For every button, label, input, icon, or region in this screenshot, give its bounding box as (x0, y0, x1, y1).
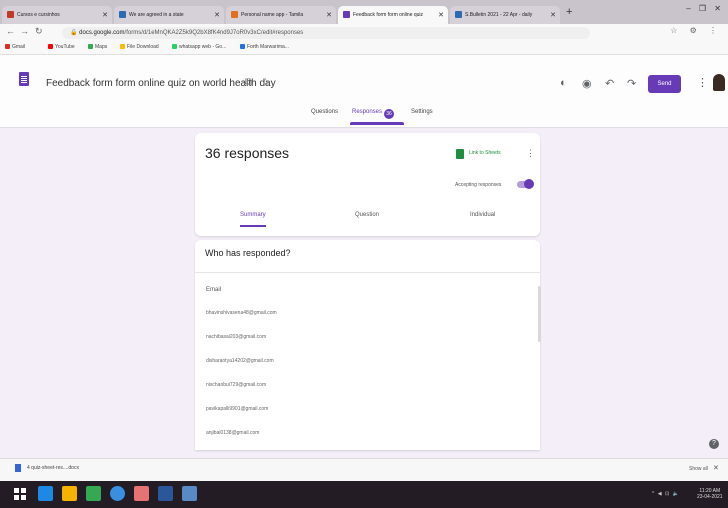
whatsapp-icon (172, 44, 177, 49)
email-list-item: pavikapalli9901@gmail.com (206, 406, 269, 412)
tab-responses[interactable]: Responses 36 (352, 109, 395, 119)
sheets-icon[interactable] (456, 149, 464, 159)
forward-arrow-icon[interactable]: → (20, 26, 29, 36)
close-tab-icon[interactable]: ✕ (214, 11, 220, 19)
close-tab-icon[interactable]: ✕ (102, 11, 108, 19)
download-shelf (0, 458, 728, 482)
star-icon[interactable]: ☆ (261, 77, 270, 88)
bookmark-file-download[interactable]: File Download (120, 44, 159, 50)
tab-title: S.Bulletin 2021 - 22 Apr - daily (465, 12, 533, 18)
new-tab-button[interactable]: + (566, 6, 572, 18)
youtube-icon (48, 44, 53, 49)
tab-favicon-icon (455, 11, 462, 18)
photos-icon[interactable] (134, 486, 149, 501)
tab-title: Cursos e cursinhos (17, 12, 60, 18)
browser-tab-active[interactable]: Feedback form form online quiz ✕ (338, 6, 448, 24)
tab-title: Personal name app - Tamila (241, 12, 304, 18)
url-host: docs.google.com (79, 30, 125, 36)
document-icon (15, 464, 21, 472)
close-shelf-icon[interactable]: ✕ (713, 464, 719, 472)
back-arrow-icon[interactable]: ← (6, 26, 15, 36)
windows-start-icon[interactable] (14, 488, 26, 500)
tab-favicon-icon (119, 11, 126, 18)
bookmarks-bar: Gmail YouTube Maps File Download whatsap… (0, 41, 728, 55)
tab-favicon-icon (7, 11, 14, 18)
show-all-link[interactable]: Show all (689, 466, 708, 472)
app-window-icon[interactable] (182, 486, 197, 501)
edge-icon[interactable] (38, 486, 53, 501)
url-path: /forms/d/1eMnQKA2Z5k9Q2bX8fK4nd9J7oR0v3x… (124, 30, 304, 36)
email-list-item: bhavinshivasena48@gmail.com (206, 310, 277, 316)
link-to-sheets-button[interactable]: Link to Sheets (469, 150, 501, 156)
more-vert-icon[interactable]: ⋮ (697, 76, 708, 89)
form-title[interactable]: Feedback form form online quiz on world … (46, 78, 276, 89)
bookmark-forth[interactable]: Forth Marwarima... (240, 44, 289, 50)
redo-icon[interactable]: ↷ (627, 77, 636, 90)
maps-icon (88, 44, 93, 49)
file-explorer-icon[interactable] (62, 486, 77, 501)
tab-title: We are agreed in a state (129, 12, 184, 18)
taskbar-clock[interactable]: 11:20 AM 23-04-2021 (697, 488, 723, 500)
forms-favicon-icon (343, 11, 350, 18)
clock-date: 23-04-2021 (697, 494, 723, 500)
store-icon[interactable] (86, 486, 101, 501)
system-tray[interactable]: ^ ◀ ⊡ 🔈 (652, 491, 680, 497)
url-bar[interactable]: 🔒 docs.google.com/forms/d/1eMnQKA2Z5k9Q2… (62, 27, 590, 39)
email-list-item: nischanbui729@gmail.com (206, 382, 267, 388)
bookmark-icon (240, 44, 245, 49)
window-controls[interactable]: – ❐ ✕ (686, 4, 724, 13)
tab-questions[interactable]: Questions (311, 109, 338, 115)
close-tab-icon[interactable]: ✕ (550, 11, 556, 19)
list-scrollbar[interactable] (538, 286, 541, 342)
browser-tab[interactable]: Personal name app - Tamila ✕ (226, 6, 336, 24)
tab-settings[interactable]: Settings (411, 109, 433, 115)
bookmark-youtube[interactable]: YouTube (48, 44, 75, 50)
close-tab-icon[interactable]: ✕ (326, 11, 332, 19)
browser-tab[interactable]: We are agreed in a state ✕ (114, 6, 224, 24)
chrome-icon[interactable] (110, 486, 125, 501)
active-tab-indicator (350, 122, 404, 125)
subtab-summary[interactable]: Summary (240, 212, 266, 218)
divider (195, 272, 540, 273)
eye-icon[interactable]: ◉ (582, 77, 592, 90)
word-icon[interactable] (158, 486, 173, 501)
browser-tab[interactable]: S.Bulletin 2021 - 22 Apr - daily ✕ (450, 6, 560, 24)
email-list-item: anjibai0138@gmail.com (206, 430, 260, 436)
subtab-question[interactable]: Question (355, 212, 379, 218)
send-button[interactable]: Send (648, 75, 681, 93)
palette-icon[interactable]: ◐ (560, 77, 567, 89)
bookmark-whatsapp[interactable]: whatsapp web - Go... (172, 44, 226, 50)
email-list-item: nachibasai203@gmail.com (206, 334, 267, 340)
subtab-individual[interactable]: Individual (470, 212, 495, 218)
close-tab-icon[interactable]: ✕ (438, 11, 444, 19)
browser-tab[interactable]: Cursos e cursinhos ✕ (2, 6, 112, 24)
gmail-icon (5, 44, 10, 49)
email-column-header: Email (206, 287, 222, 293)
lock-icon: 🔒 (70, 30, 78, 36)
subtab-indicator (240, 225, 266, 227)
undo-icon[interactable]: ↶ (605, 77, 614, 90)
reload-icon[interactable]: ↻ (35, 26, 43, 37)
responses-count-badge: 36 (384, 109, 395, 119)
bookmark-maps[interactable]: Maps (88, 44, 107, 50)
responses-count: 36 responses (205, 145, 290, 161)
google-forms-icon[interactable] (19, 72, 29, 86)
bookmark-gmail[interactable]: Gmail (5, 44, 25, 50)
move-to-folder-icon[interactable]: ⧉ (245, 77, 252, 88)
browser-toolbar-icons[interactable]: ☆ ⚙ ⋮ (670, 26, 722, 35)
email-list-item: disharaotya14202@gmail.com (206, 358, 274, 364)
more-options-icon[interactable]: ⋮ (526, 148, 535, 159)
avatar[interactable] (713, 74, 725, 91)
accepting-responses-label: Accepting responses (455, 182, 502, 188)
tab-responses-label: Responses (352, 109, 383, 115)
downloaded-file[interactable]: 4 quiz-sheet-res....docx (27, 465, 79, 471)
folder-icon (120, 44, 125, 49)
accepting-responses-toggle[interactable] (517, 179, 534, 189)
tab-favicon-icon (231, 11, 238, 18)
who-responded-heading: Who has responded? (205, 248, 291, 258)
tab-title: Feedback form form online quiz (353, 12, 424, 18)
help-icon[interactable]: ? (709, 439, 719, 449)
